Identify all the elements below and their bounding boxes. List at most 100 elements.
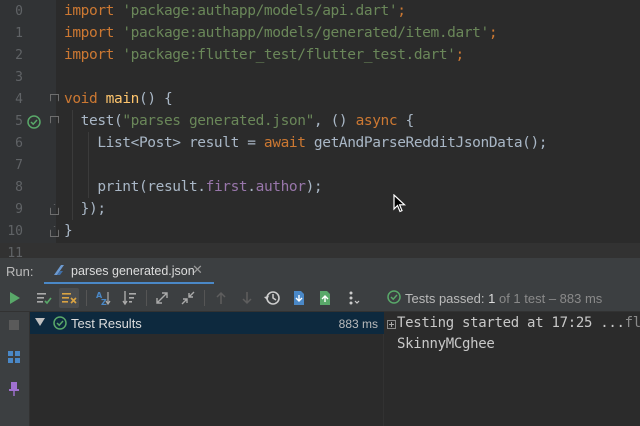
sort-by-duration-icon[interactable] xyxy=(119,288,139,308)
gutter-cell: 2 xyxy=(0,45,56,67)
code-text: } xyxy=(64,223,73,239)
code-line[interactable]: 9 }); xyxy=(0,199,640,221)
expand-arrow-icon[interactable] xyxy=(35,318,45,326)
gutter-cell: 3 xyxy=(0,67,56,89)
more-icon[interactable] xyxy=(342,288,362,308)
toggle-auto-test-icon[interactable] xyxy=(59,288,79,308)
layout-icon[interactable] xyxy=(5,348,23,366)
code-token: main xyxy=(105,91,140,107)
code-token: ); xyxy=(305,179,323,195)
code-token: async xyxy=(355,113,398,129)
code-text: import 'package:flutter_test/flutter_tes… xyxy=(64,47,464,63)
next-failed-icon[interactable] xyxy=(237,288,257,308)
code-line[interactable]: 2 import 'package:flutter_test/flutter_te… xyxy=(0,45,640,67)
code-text: List<Post> result = await getAndParseRed… xyxy=(64,135,547,151)
code-token: print(result. xyxy=(64,179,206,195)
code-token: import xyxy=(64,3,123,19)
code-line[interactable]: 1 import 'package:authapp/models/generate… xyxy=(0,23,640,45)
console-line-overflow: flu xyxy=(624,315,640,331)
import-tests-icon[interactable] xyxy=(289,288,309,308)
mouse-pointer-icon xyxy=(393,194,407,213)
test-status-summary: Tests passed: 1 of 1 test – 883 ms xyxy=(405,291,602,306)
expand-all-icon[interactable] xyxy=(152,288,172,308)
code-token: } xyxy=(64,223,73,239)
code-token: 'package:authapp/models/generated/item.d… xyxy=(122,25,489,41)
run-config-tab[interactable]: parses generated.json ✕ xyxy=(44,258,214,284)
indent-guide xyxy=(72,110,73,220)
fold-marker-icon[interactable] xyxy=(50,204,59,215)
test-passed-gutter-icon[interactable] xyxy=(27,115,41,129)
line-number: 1 xyxy=(15,26,23,41)
gutter-cell: 7 xyxy=(0,155,56,177)
code-token: 'package:flutter_test/flutter_test.dart' xyxy=(122,47,456,63)
code-token: ; xyxy=(488,25,498,41)
gutter-cell: 1 xyxy=(0,23,56,45)
code-token: import xyxy=(64,25,123,41)
line-number: 6 xyxy=(15,136,23,151)
code-text: import 'package:authapp/models/generated… xyxy=(64,25,498,41)
code-token: void xyxy=(64,91,106,107)
code-editor[interactable]: 0 import 'package:authapp/models/api.dart… xyxy=(0,0,640,265)
code-text: test("parses generated.json", () async { xyxy=(64,113,415,129)
run-icon[interactable] xyxy=(5,288,25,308)
code-line[interactable]: 0 import 'package:authapp/models/api.dart… xyxy=(0,1,640,23)
code-token: }); xyxy=(64,201,106,217)
code-token: author xyxy=(255,179,306,195)
code-line[interactable]: 8 print(result.first.author); xyxy=(0,177,640,199)
line-number: 8 xyxy=(15,180,23,195)
code-token: () { xyxy=(138,91,173,107)
run-label: Run: xyxy=(6,264,34,279)
fold-marker-icon[interactable] xyxy=(50,116,59,127)
gutter-cell: 6 xyxy=(0,133,56,155)
code-line[interactable]: 5 test("parses generated.json", () async… xyxy=(0,111,640,133)
test-results-tree: Test Results 883 ms xyxy=(30,312,384,426)
code-line[interactable]: 7 xyxy=(0,155,640,177)
gutter-cell: 4 xyxy=(0,89,59,111)
tree-node-label: Test Results xyxy=(71,316,142,331)
collapse-all-icon[interactable] xyxy=(178,288,198,308)
gutter-cell: 8 xyxy=(0,177,56,199)
test-passed-icon xyxy=(53,316,67,330)
toolbar-separator xyxy=(204,290,205,306)
sort-alphabetically-icon[interactable]: AZ xyxy=(93,288,113,308)
line-number: 3 xyxy=(15,70,23,85)
fold-marker-icon[interactable] xyxy=(50,226,59,237)
rerun-failed-icon[interactable] xyxy=(34,288,54,308)
code-text: print(result.first.author); xyxy=(64,179,322,195)
code-text: }); xyxy=(64,201,106,217)
code-text: void main() { xyxy=(64,91,173,107)
code-token: getAndParseRedditJsonData(); xyxy=(313,135,548,151)
export-tests-icon[interactable] xyxy=(315,288,335,308)
tree-node-duration: 883 ms xyxy=(338,317,378,331)
code-line[interactable]: 10} xyxy=(0,221,640,243)
gutter-cell: 5 xyxy=(0,111,59,133)
code-line[interactable]: 4 void main() { xyxy=(0,89,640,111)
status-detail: of 1 test – 883 ms xyxy=(495,291,603,306)
code-token: "parses generated.json" xyxy=(122,113,314,129)
code-token: ; xyxy=(455,47,465,63)
tree-node-test-results[interactable]: Test Results 883 ms xyxy=(30,312,384,334)
expand-output-icon[interactable] xyxy=(387,320,396,329)
toolbar-separator xyxy=(146,290,147,306)
history-icon[interactable] xyxy=(262,288,282,308)
stop-icon[interactable] xyxy=(5,316,23,334)
fold-marker-icon[interactable] xyxy=(50,94,59,105)
code-token: 'package:authapp/models/api.dart' xyxy=(122,3,398,19)
previous-failed-icon[interactable] xyxy=(211,288,231,308)
code-token: List<Post> result = xyxy=(64,135,264,151)
code-text: import 'package:authapp/models/api.dart'… xyxy=(64,3,406,19)
pin-icon[interactable] xyxy=(5,380,23,398)
code-token: import xyxy=(64,47,123,63)
gutter-cell: 10 xyxy=(0,221,59,243)
close-icon[interactable]: ✕ xyxy=(192,262,203,278)
code-line[interactable]: 3 xyxy=(0,67,640,89)
gutter-cell: 9 xyxy=(0,199,59,221)
line-number: 4 xyxy=(15,92,23,107)
indent-guide xyxy=(88,132,89,198)
line-number: 2 xyxy=(15,48,23,63)
code-token: first xyxy=(205,179,248,195)
run-tab-label: parses generated.json xyxy=(71,264,195,278)
code-line[interactable]: 6 List<Post> result = await getAndParseR… xyxy=(0,133,640,155)
console-output[interactable]: Testing started at 17:25 ...flu SkinnyMC… xyxy=(385,312,640,426)
code-token: { xyxy=(397,113,415,129)
